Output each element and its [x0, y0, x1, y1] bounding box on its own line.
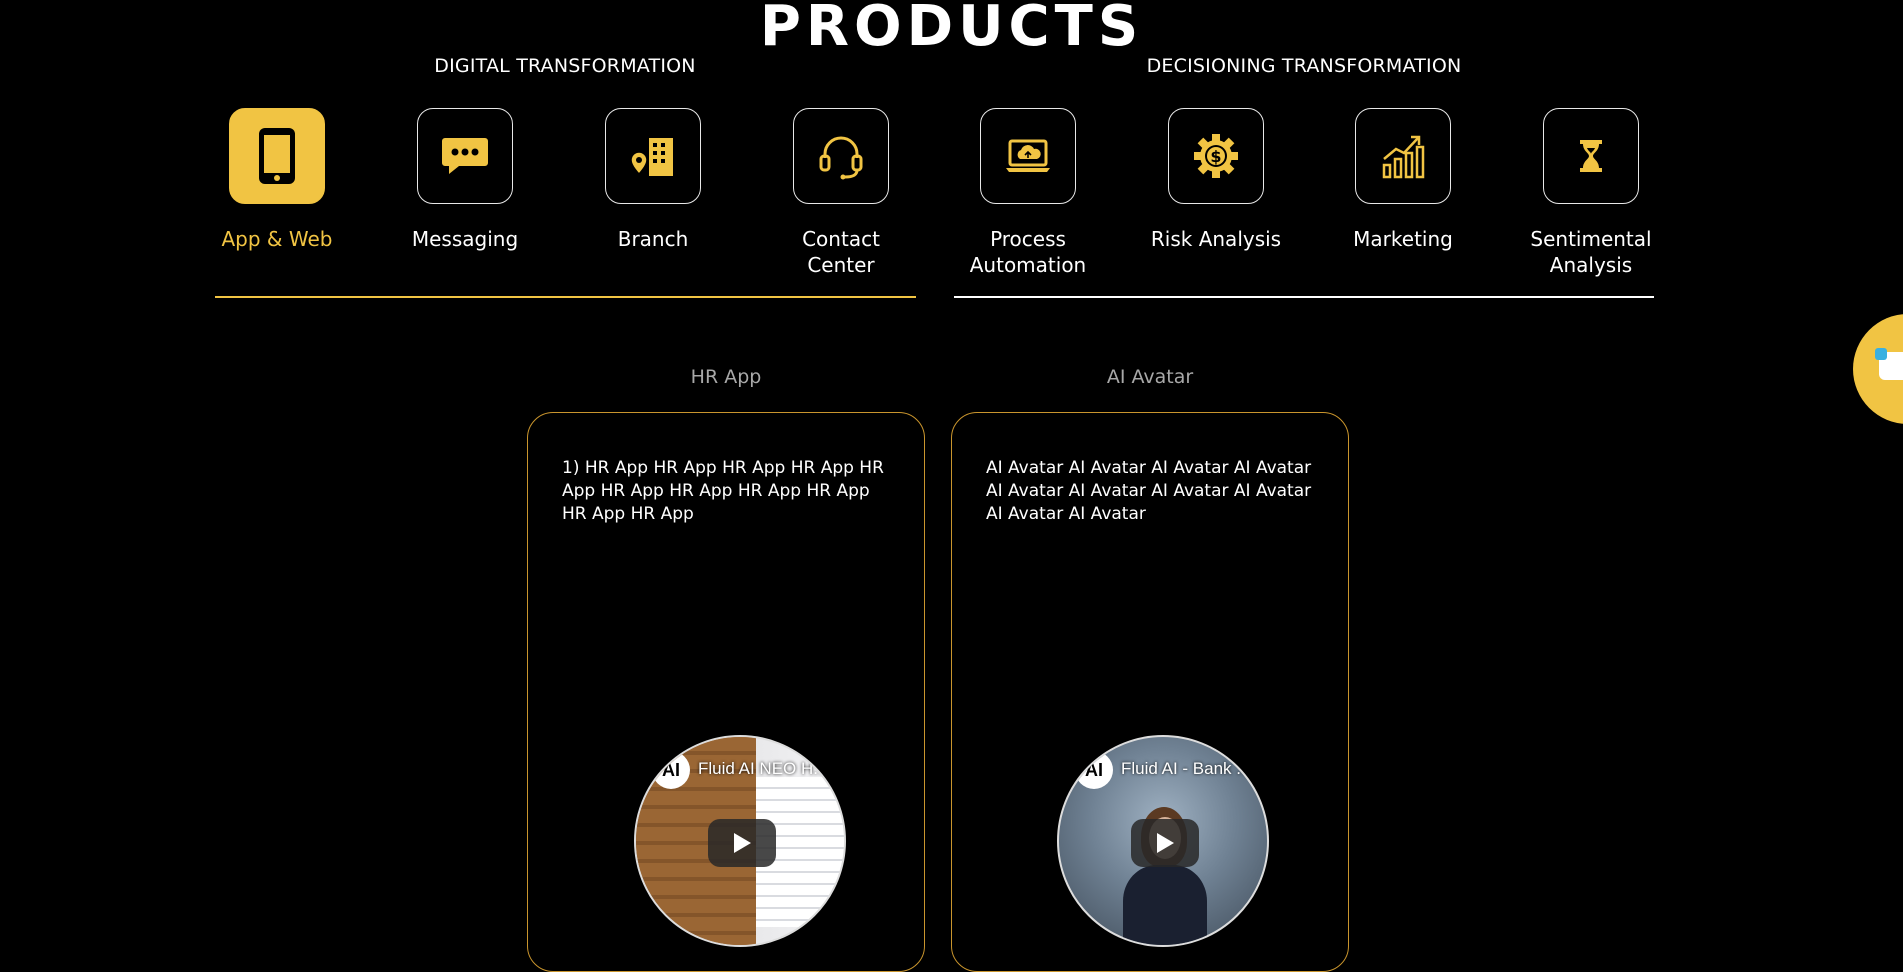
page-title: PRODUCTS: [759, 0, 1144, 59]
smartphone-icon: [259, 128, 295, 184]
tile-sentimental-analysis[interactable]: Sentimental Analysis: [1516, 108, 1666, 278]
tile-marketing[interactable]: Marketing: [1328, 108, 1478, 252]
video-thumbnail-ai-avatar[interactable]: AI Fluid AI - Bank ...: [1057, 735, 1269, 947]
chat-bubble-icon: [442, 138, 488, 174]
dollar-gear-icon: $: [1194, 134, 1238, 178]
play-button[interactable]: [708, 819, 776, 867]
video-title: Fluid AI NEO H...: [698, 759, 828, 778]
play-icon: [734, 833, 751, 853]
tile-label: Marketing: [1353, 227, 1453, 251]
svg-text:$: $: [1210, 147, 1221, 166]
fluid-ai-logo: AI: [1075, 751, 1113, 789]
growth-chart-icon: [1382, 135, 1425, 179]
tile-icon-box: [229, 108, 325, 204]
tile-label: Branch: [617, 227, 689, 251]
headset-icon: [819, 136, 863, 180]
hourglass-icon: [1580, 140, 1602, 172]
play-button[interactable]: [1131, 819, 1199, 867]
digital-transformation-underline: [215, 296, 916, 298]
tile-icon-box: [1543, 108, 1639, 204]
tile-label: Risk Analysis: [1150, 227, 1282, 251]
tile-label: Sentimental Analysis: [1530, 227, 1652, 277]
decisioning-transformation-heading: DECISIONING TRANSFORMATION: [1146, 55, 1462, 77]
product-card-hr-app: 1) HR App HR App HR App HR App HR App HR…: [527, 412, 925, 972]
decisioning-transformation-underline: [954, 296, 1654, 298]
video-thumbnail-hr-app[interactable]: AI Fluid AI NEO H...: [634, 735, 846, 947]
card-description: 1) HR App HR App HR App HR App HR App HR…: [562, 458, 884, 524]
card-title-ai-avatar: AI Avatar: [1106, 366, 1194, 388]
tile-contact-center[interactable]: Contact Center: [766, 108, 916, 278]
tile-messaging[interactable]: Messaging: [390, 108, 540, 252]
laptop-cloud-icon: [1006, 139, 1050, 172]
digital-transformation-heading: DIGITAL TRANSFORMATION: [434, 55, 696, 77]
chat-widget-button[interactable]: [1853, 314, 1903, 424]
fluid-ai-logo: AI: [652, 751, 690, 789]
tile-icon-box: $: [1168, 108, 1264, 204]
building-location-icon: [630, 138, 673, 176]
product-card-ai-avatar: AI Avatar AI Avatar AI Avatar AI Avatar …: [951, 412, 1349, 972]
tile-process-automation[interactable]: Process Automation: [953, 108, 1103, 278]
tile-app-web[interactable]: App & Web: [202, 108, 352, 252]
tile-label: Contact Center: [802, 227, 880, 277]
video-title: Fluid AI - Bank ...: [1121, 759, 1251, 778]
chatbot-icon: [1875, 348, 1903, 380]
tile-risk-analysis[interactable]: $ Risk Analysis: [1141, 108, 1291, 252]
tile-icon-box: [417, 108, 513, 204]
tile-label: Messaging: [411, 227, 519, 251]
tile-label: App & Web: [221, 227, 333, 251]
tile-icon-box: [793, 108, 889, 204]
tile-branch[interactable]: Branch: [578, 108, 728, 252]
tile-icon-box: [1355, 108, 1451, 204]
tile-icon-box: [605, 108, 701, 204]
card-description: AI Avatar AI Avatar AI Avatar AI Avatar …: [986, 458, 1312, 524]
card-title-hr-app: HR App: [690, 366, 762, 388]
play-icon: [1157, 833, 1174, 853]
tile-icon-box: [980, 108, 1076, 204]
tile-label: Process Automation: [969, 227, 1087, 277]
